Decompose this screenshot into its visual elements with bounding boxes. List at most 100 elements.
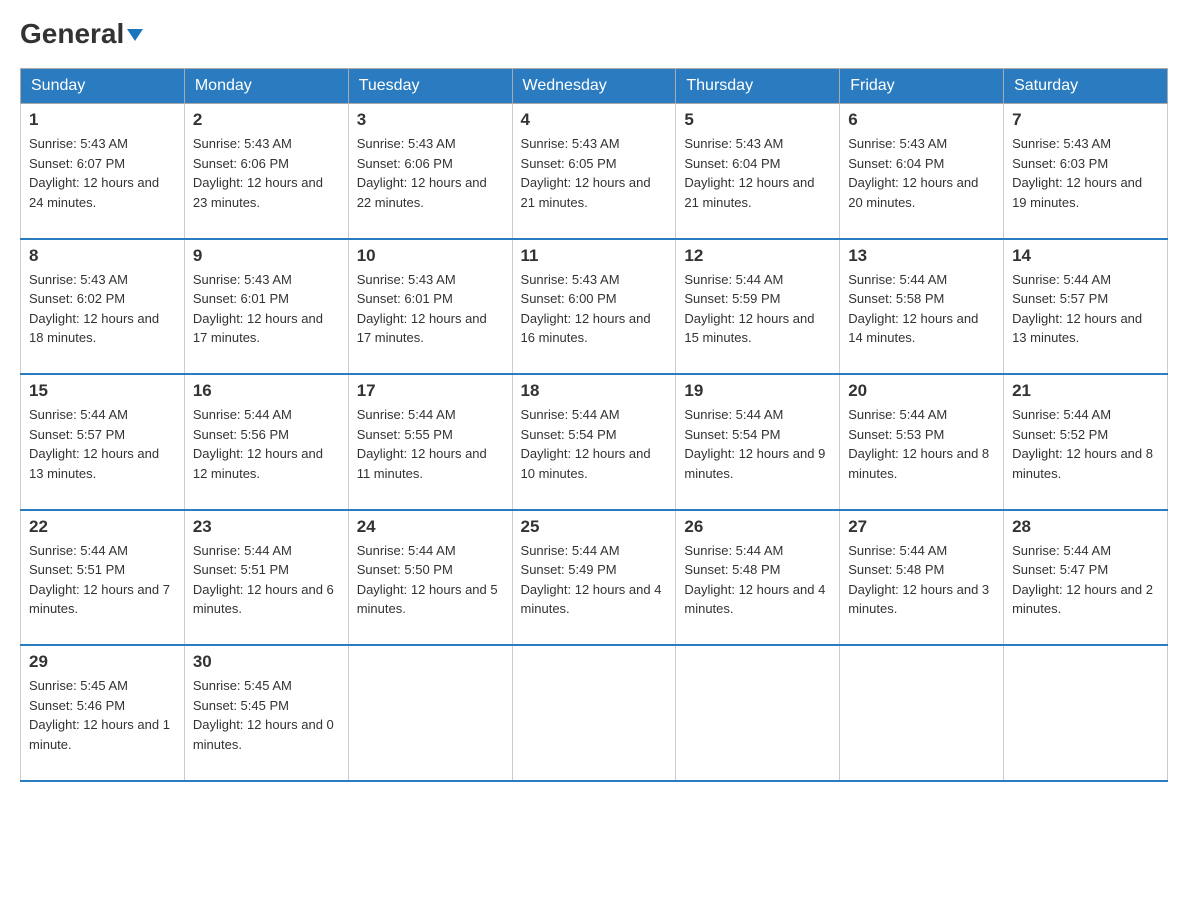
day-info: Sunrise: 5:43 AM Sunset: 6:00 PM Dayligh… [521,270,668,368]
day-number: 17 [357,381,504,401]
day-info: Sunrise: 5:44 AM Sunset: 5:48 PM Dayligh… [684,541,831,639]
day-number: 19 [684,381,831,401]
day-info: Sunrise: 5:43 AM Sunset: 6:04 PM Dayligh… [684,134,831,232]
day-number: 22 [29,517,176,537]
calendar-cell: 29 Sunrise: 5:45 AM Sunset: 5:46 PM Dayl… [21,645,185,781]
calendar-cell: 4 Sunrise: 5:43 AM Sunset: 6:05 PM Dayli… [512,104,676,239]
week-row-1: 1 Sunrise: 5:43 AM Sunset: 6:07 PM Dayli… [21,104,1168,239]
day-number: 23 [193,517,340,537]
day-info: Sunrise: 5:43 AM Sunset: 6:05 PM Dayligh… [521,134,668,232]
day-number: 28 [1012,517,1159,537]
day-number: 18 [521,381,668,401]
calendar-cell [840,645,1004,781]
page-header: General [20,20,1168,48]
day-info: Sunrise: 5:45 AM Sunset: 5:46 PM Dayligh… [29,676,176,774]
day-number: 29 [29,652,176,672]
day-number: 1 [29,110,176,130]
calendar-cell: 10 Sunrise: 5:43 AM Sunset: 6:01 PM Dayl… [348,239,512,375]
day-number: 27 [848,517,995,537]
day-info: Sunrise: 5:44 AM Sunset: 5:53 PM Dayligh… [848,405,995,503]
day-info: Sunrise: 5:45 AM Sunset: 5:45 PM Dayligh… [193,676,340,774]
day-info: Sunrise: 5:43 AM Sunset: 6:01 PM Dayligh… [357,270,504,368]
calendar-cell: 27 Sunrise: 5:44 AM Sunset: 5:48 PM Dayl… [840,510,1004,646]
day-number: 25 [521,517,668,537]
day-info: Sunrise: 5:44 AM Sunset: 5:47 PM Dayligh… [1012,541,1159,639]
weekday-header-tuesday: Tuesday [348,69,512,104]
day-info: Sunrise: 5:44 AM Sunset: 5:56 PM Dayligh… [193,405,340,503]
day-number: 16 [193,381,340,401]
week-row-5: 29 Sunrise: 5:45 AM Sunset: 5:46 PM Dayl… [21,645,1168,781]
day-number: 7 [1012,110,1159,130]
day-info: Sunrise: 5:44 AM Sunset: 5:48 PM Dayligh… [848,541,995,639]
day-info: Sunrise: 5:44 AM Sunset: 5:59 PM Dayligh… [684,270,831,368]
day-number: 14 [1012,246,1159,266]
day-number: 11 [521,246,668,266]
day-number: 26 [684,517,831,537]
day-info: Sunrise: 5:44 AM Sunset: 5:51 PM Dayligh… [193,541,340,639]
day-number: 9 [193,246,340,266]
day-info: Sunrise: 5:44 AM Sunset: 5:55 PM Dayligh… [357,405,504,503]
calendar-cell: 16 Sunrise: 5:44 AM Sunset: 5:56 PM Dayl… [184,374,348,510]
weekday-header-thursday: Thursday [676,69,840,104]
calendar-cell [512,645,676,781]
calendar-cell: 2 Sunrise: 5:43 AM Sunset: 6:06 PM Dayli… [184,104,348,239]
day-number: 5 [684,110,831,130]
calendar-cell: 15 Sunrise: 5:44 AM Sunset: 5:57 PM Dayl… [21,374,185,510]
day-info: Sunrise: 5:43 AM Sunset: 6:07 PM Dayligh… [29,134,176,232]
day-info: Sunrise: 5:44 AM Sunset: 5:51 PM Dayligh… [29,541,176,639]
calendar-cell: 11 Sunrise: 5:43 AM Sunset: 6:00 PM Dayl… [512,239,676,375]
day-info: Sunrise: 5:43 AM Sunset: 6:02 PM Dayligh… [29,270,176,368]
calendar-header-row: SundayMondayTuesdayWednesdayThursdayFrid… [21,69,1168,104]
day-number: 10 [357,246,504,266]
day-number: 4 [521,110,668,130]
calendar-cell: 12 Sunrise: 5:44 AM Sunset: 5:59 PM Dayl… [676,239,840,375]
calendar-cell [348,645,512,781]
day-info: Sunrise: 5:43 AM Sunset: 6:04 PM Dayligh… [848,134,995,232]
calendar-cell: 13 Sunrise: 5:44 AM Sunset: 5:58 PM Dayl… [840,239,1004,375]
day-number: 6 [848,110,995,130]
calendar-table: SundayMondayTuesdayWednesdayThursdayFrid… [20,68,1168,782]
calendar-cell: 23 Sunrise: 5:44 AM Sunset: 5:51 PM Dayl… [184,510,348,646]
logo-general-text: General [20,20,143,48]
calendar-cell: 3 Sunrise: 5:43 AM Sunset: 6:06 PM Dayli… [348,104,512,239]
day-number: 15 [29,381,176,401]
weekday-header-saturday: Saturday [1004,69,1168,104]
day-info: Sunrise: 5:43 AM Sunset: 6:06 PM Dayligh… [193,134,340,232]
weekday-header-monday: Monday [184,69,348,104]
calendar-cell: 8 Sunrise: 5:43 AM Sunset: 6:02 PM Dayli… [21,239,185,375]
calendar-cell: 24 Sunrise: 5:44 AM Sunset: 5:50 PM Dayl… [348,510,512,646]
day-number: 2 [193,110,340,130]
calendar-cell: 26 Sunrise: 5:44 AM Sunset: 5:48 PM Dayl… [676,510,840,646]
day-info: Sunrise: 5:44 AM Sunset: 5:57 PM Dayligh… [1012,270,1159,368]
day-number: 12 [684,246,831,266]
day-info: Sunrise: 5:43 AM Sunset: 6:03 PM Dayligh… [1012,134,1159,232]
calendar-cell [676,645,840,781]
logo: General [20,20,143,48]
day-info: Sunrise: 5:43 AM Sunset: 6:01 PM Dayligh… [193,270,340,368]
week-row-3: 15 Sunrise: 5:44 AM Sunset: 5:57 PM Dayl… [21,374,1168,510]
week-row-4: 22 Sunrise: 5:44 AM Sunset: 5:51 PM Dayl… [21,510,1168,646]
calendar-cell [1004,645,1168,781]
logo-chevron-icon [127,29,143,41]
calendar-cell: 6 Sunrise: 5:43 AM Sunset: 6:04 PM Dayli… [840,104,1004,239]
calendar-cell: 18 Sunrise: 5:44 AM Sunset: 5:54 PM Dayl… [512,374,676,510]
weekday-header-wednesday: Wednesday [512,69,676,104]
weekday-header-sunday: Sunday [21,69,185,104]
calendar-cell: 17 Sunrise: 5:44 AM Sunset: 5:55 PM Dayl… [348,374,512,510]
calendar-cell: 14 Sunrise: 5:44 AM Sunset: 5:57 PM Dayl… [1004,239,1168,375]
day-number: 20 [848,381,995,401]
day-info: Sunrise: 5:43 AM Sunset: 6:06 PM Dayligh… [357,134,504,232]
calendar-cell: 5 Sunrise: 5:43 AM Sunset: 6:04 PM Dayli… [676,104,840,239]
calendar-cell: 28 Sunrise: 5:44 AM Sunset: 5:47 PM Dayl… [1004,510,1168,646]
day-number: 13 [848,246,995,266]
day-info: Sunrise: 5:44 AM Sunset: 5:49 PM Dayligh… [521,541,668,639]
day-info: Sunrise: 5:44 AM Sunset: 5:57 PM Dayligh… [29,405,176,503]
day-number: 30 [193,652,340,672]
calendar-cell: 30 Sunrise: 5:45 AM Sunset: 5:45 PM Dayl… [184,645,348,781]
day-info: Sunrise: 5:44 AM Sunset: 5:50 PM Dayligh… [357,541,504,639]
calendar-cell: 19 Sunrise: 5:44 AM Sunset: 5:54 PM Dayl… [676,374,840,510]
calendar-cell: 25 Sunrise: 5:44 AM Sunset: 5:49 PM Dayl… [512,510,676,646]
calendar-cell: 21 Sunrise: 5:44 AM Sunset: 5:52 PM Dayl… [1004,374,1168,510]
day-info: Sunrise: 5:44 AM Sunset: 5:54 PM Dayligh… [521,405,668,503]
day-info: Sunrise: 5:44 AM Sunset: 5:52 PM Dayligh… [1012,405,1159,503]
